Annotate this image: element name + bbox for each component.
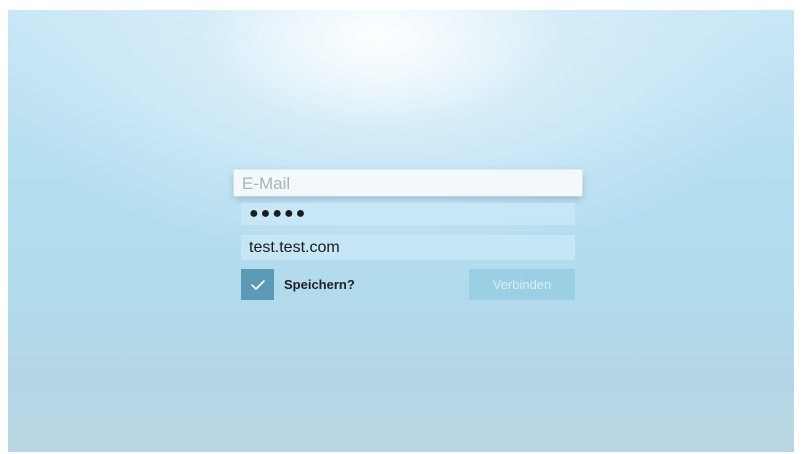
password-masked-value: ●●●●● xyxy=(249,205,308,222)
tv-screen: E-Mail ●●●●● test.test.com Speichern? Ve… xyxy=(8,10,794,452)
remember-checkbox[interactable] xyxy=(241,269,274,300)
connect-button-label: Verbinden xyxy=(492,277,552,292)
server-value: test.test.com xyxy=(249,238,340,256)
checkmark-icon xyxy=(250,279,265,290)
server-field[interactable]: test.test.com xyxy=(241,235,575,260)
email-field[interactable]: E-Mail xyxy=(234,170,582,196)
email-placeholder: E-Mail xyxy=(242,173,291,193)
password-field[interactable]: ●●●●● xyxy=(241,203,575,225)
remember-label: Speichern? xyxy=(284,277,355,292)
connect-button[interactable]: Verbinden xyxy=(469,269,575,300)
